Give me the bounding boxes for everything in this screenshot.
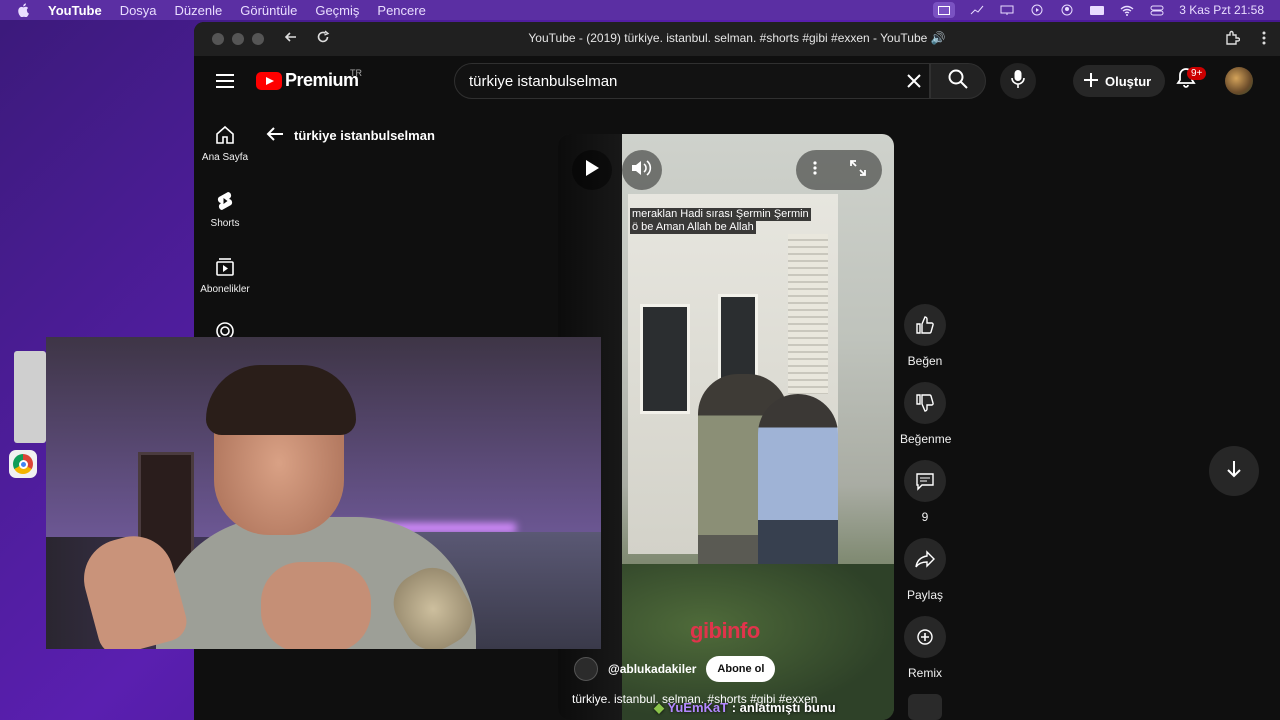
browser-titlebar: YouTube - (2019) türkiye. istanbul. selm… (194, 22, 1280, 56)
channel-avatar[interactable] (574, 657, 598, 681)
video-captions: meraklan Hadi sırası Şermin Şermin ö be … (630, 208, 811, 234)
shorts-icon (214, 190, 236, 212)
youtube-header: Premium TR türkiye istanbulselman Oluştu… (194, 56, 1280, 108)
dislike-label: Beğenme (900, 432, 952, 446)
search-button[interactable] (930, 63, 986, 99)
comments-button[interactable]: 9 (900, 460, 950, 524)
subscribe-button[interactable]: Abone ol (706, 656, 776, 682)
video-window (640, 304, 690, 414)
create-label: Oluştur (1105, 73, 1152, 89)
more-vert-icon[interactable] (1262, 31, 1266, 50)
search-input[interactable]: türkiye istanbulselman (454, 63, 930, 99)
menu-window[interactable]: Pencere (377, 3, 425, 18)
sidebar-item-label: Abonelikler (200, 284, 250, 295)
notification-badge: 9+ (1187, 67, 1207, 80)
menu-edit[interactable]: Düzenle (175, 3, 223, 18)
youtube-play-icon (256, 71, 282, 90)
chat-nick: YuEmKaT (667, 700, 729, 715)
video-watermark: gibinfo (690, 618, 760, 643)
mute-button[interactable] (622, 150, 662, 190)
logo-text: Premium (285, 70, 359, 90)
control-center-icon[interactable] (1149, 4, 1165, 16)
window-thumbnail[interactable] (14, 351, 46, 443)
page-title: türkiye istanbulselman (294, 128, 435, 143)
sidebar-item-label: Ana Sayfa (201, 152, 249, 163)
clear-search-icon[interactable] (905, 72, 923, 90)
menubar-clock[interactable]: 3 Kas Pzt 21:58 (1179, 3, 1264, 17)
sidebar-item-label: Shorts (210, 218, 240, 229)
play-button[interactable] (572, 150, 612, 190)
back-to-search[interactable]: türkiye istanbulselman (266, 126, 435, 145)
channel-name[interactable]: @ablukadakiler (608, 662, 696, 676)
webcam-person-hand (261, 562, 371, 649)
dislike-button[interactable]: Beğenme (900, 382, 952, 446)
menu-app-name[interactable]: YouTube (48, 3, 102, 18)
more-vert-icon[interactable] (812, 160, 817, 180)
avatar[interactable] (1225, 67, 1253, 95)
volume-icon (631, 159, 653, 182)
create-button[interactable]: Oluştur (1073, 65, 1166, 97)
back-arrow-icon[interactable] (266, 126, 284, 145)
home-icon (214, 124, 236, 146)
remix-icon (904, 616, 946, 658)
channel-row: @ablukadakiler Abone ol (574, 656, 776, 682)
like-label: Beğen (907, 354, 943, 368)
remix-button[interactable]: Remix (900, 616, 950, 680)
chat-diamond-icon: ◆ (654, 700, 664, 715)
play-icon (584, 159, 600, 182)
menu-icon[interactable] (216, 74, 234, 88)
screen-record-icon[interactable] (933, 2, 956, 18)
voice-search-button[interactable] (1000, 63, 1036, 99)
thumbs-down-icon (904, 382, 946, 424)
chrome-icon[interactable] (9, 450, 37, 478)
thumbs-up-icon (904, 304, 946, 346)
display-icon[interactable] (999, 4, 1015, 16)
youtube-logo[interactable]: Premium TR (256, 68, 362, 91)
extensions-icon[interactable] (1224, 30, 1241, 51)
webcam-overlay (46, 337, 601, 649)
caption-line: ö be Aman Allah be Allah (630, 221, 756, 234)
plus-icon (1083, 72, 1099, 91)
sidebar-item-home[interactable]: Ana Sayfa (194, 124, 256, 163)
arrow-down-icon (1226, 460, 1242, 483)
search-value: türkiye istanbulselman (469, 72, 618, 90)
caption-line: meraklan Hadi sırası Şermin Şermin (630, 208, 811, 221)
user-circle-icon[interactable] (1059, 4, 1075, 16)
comment-icon (904, 460, 946, 502)
remix-label: Remix (907, 666, 942, 680)
video-shutter (788, 234, 828, 394)
player-options (796, 150, 882, 190)
shorts-video-player[interactable]: meraklan Hadi sırası Şermin Şermin ö be … (558, 134, 894, 720)
comment-count: 9 (921, 510, 929, 524)
fullscreen-icon[interactable] (849, 159, 866, 181)
menu-view[interactable]: Görüntüle (240, 3, 297, 18)
share-button[interactable]: Paylaş (900, 538, 950, 602)
stats-icon[interactable] (969, 4, 985, 16)
next-video-button[interactable] (1209, 446, 1259, 496)
share-icon (904, 538, 946, 580)
webcam-person-hair (206, 365, 356, 435)
audio-source-thumbnail[interactable] (908, 694, 942, 720)
mac-menubar: YouTube Dosya Düzenle Görüntüle Geçmiş P… (0, 0, 1280, 20)
sidebar-item-shorts[interactable]: Shorts (194, 190, 256, 229)
apple-icon[interactable] (16, 3, 30, 17)
subscriptions-icon (214, 256, 236, 278)
wifi-icon[interactable] (1119, 4, 1135, 16)
share-label: Paylaş (906, 588, 944, 602)
country-code: TR (350, 68, 362, 78)
media-play-icon[interactable] (1029, 4, 1045, 16)
keyboard-icon[interactable] (1089, 4, 1105, 16)
menu-file[interactable]: Dosya (120, 3, 157, 18)
sidebar-item-subscriptions[interactable]: Abonelikler (194, 256, 256, 295)
like-button[interactable]: Beğen (900, 304, 950, 368)
browser-tab-title: YouTube - (2019) türkiye. istanbul. selm… (528, 31, 946, 45)
stream-chat-overlay: ◆ YuEmKaT : anlatmıştı bunu (654, 700, 836, 716)
mic-icon (1011, 69, 1025, 94)
search-icon (948, 69, 968, 94)
chat-message: : anlatmıştı bunu (731, 700, 836, 715)
menu-history[interactable]: Geçmiş (315, 3, 359, 18)
